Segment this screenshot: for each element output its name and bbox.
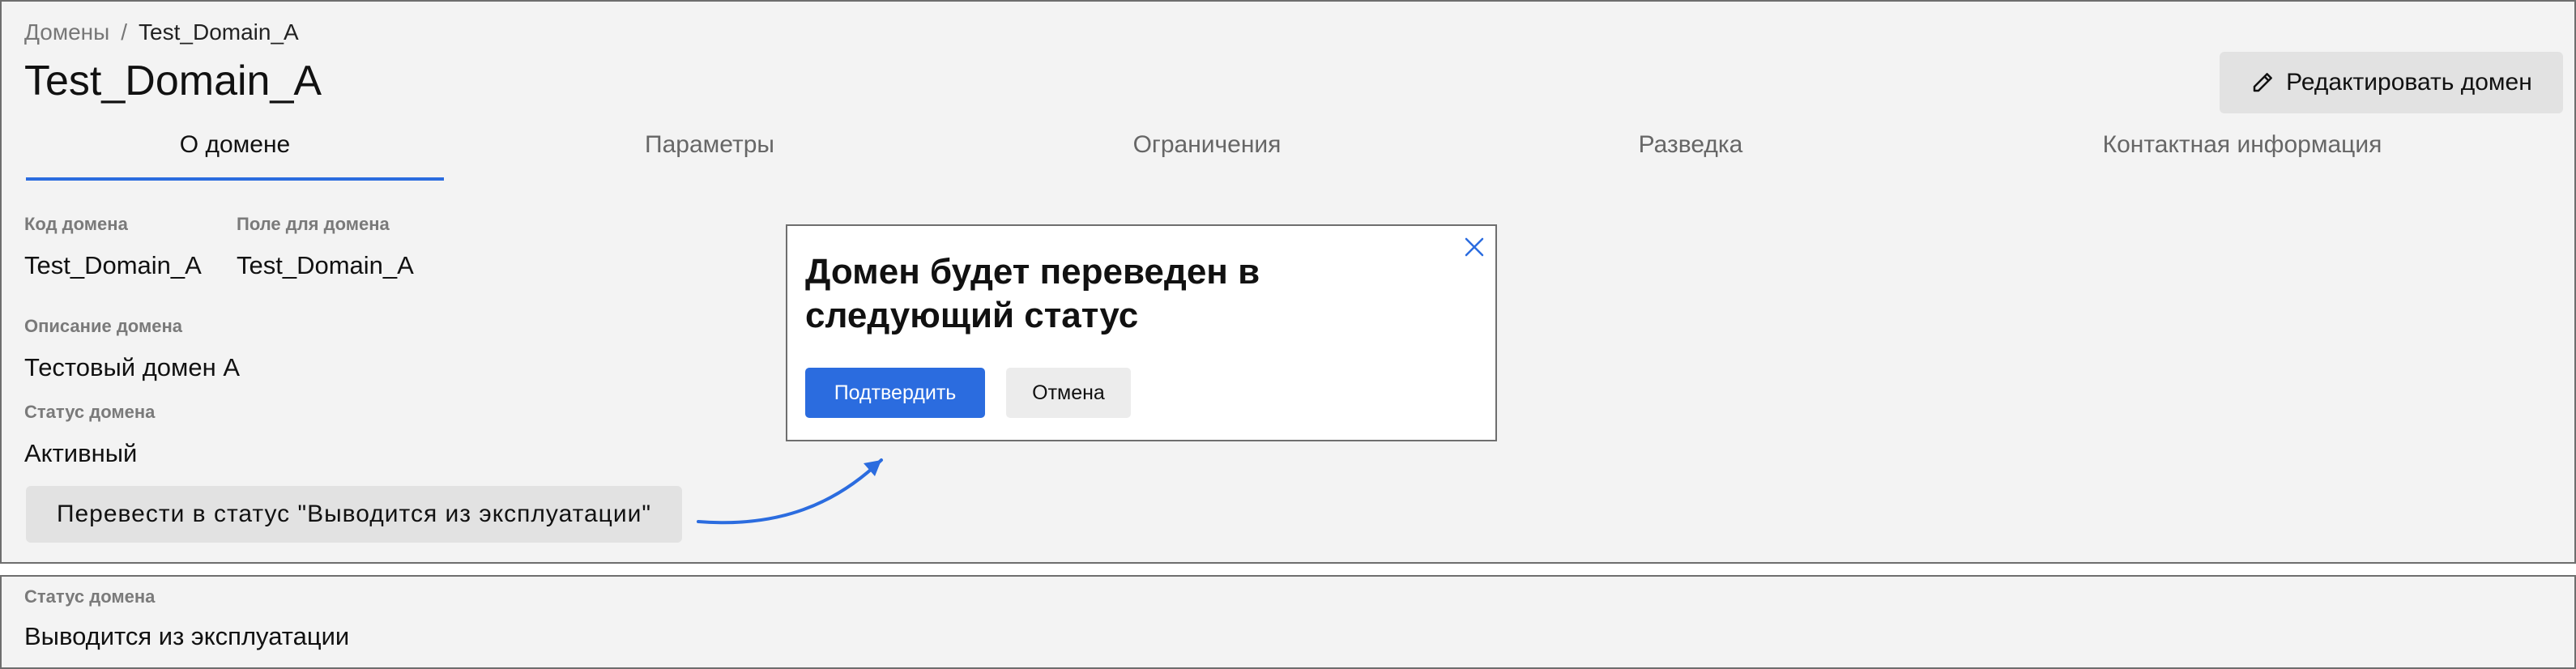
- annotation-arrow: [697, 458, 883, 525]
- breadcrumb-separator: /: [121, 19, 128, 45]
- domain-description-value: Тестовый домен А: [24, 353, 240, 381]
- domain-details-panel: Домены / Test_Domain_A Test_Domain_A Редак…: [0, 0, 2576, 564]
- tab-parameters[interactable]: Параметры: [645, 131, 774, 159]
- domain-code-value: Test_Domain_A: [24, 251, 202, 279]
- breadcrumb: Домены / Test_Domain_A: [24, 19, 299, 45]
- result-status-value: Выводится из эксплуатации: [24, 622, 350, 650]
- tab-restrictions[interactable]: Ограничения: [1133, 131, 1282, 159]
- confirm-button[interactable]: Подтвердить: [805, 368, 985, 418]
- domain-description-label: Описание домена: [24, 316, 182, 336]
- tab-contact-info[interactable]: Контактная информация: [2103, 131, 2382, 159]
- tab-exploration[interactable]: Разведка: [1639, 131, 1743, 159]
- domain-field-value: Test_Domain_A: [237, 251, 414, 279]
- result-status-label: Статус домена: [24, 586, 156, 607]
- page-title: Test_Domain_A: [24, 58, 322, 104]
- breadcrumb-current: Test_Domain_A: [139, 19, 299, 45]
- domain-code-label: Код домена: [24, 214, 128, 234]
- domain-status-label: Статус домена: [24, 402, 156, 422]
- dialog-title: Домен будет переведен в следующий статус: [805, 252, 1260, 335]
- result-status-panel: Статус домена Выводится из эксплуатации: [0, 575, 2576, 669]
- edit-domain-button[interactable]: Редактировать домен: [2220, 52, 2563, 113]
- close-icon[interactable]: [1461, 234, 1487, 260]
- active-tab-indicator: [26, 177, 444, 181]
- domain-field-label: Поле для домена: [237, 214, 390, 234]
- cancel-button[interactable]: Отмена: [1006, 368, 1131, 418]
- tab-about-domain[interactable]: О домене: [180, 131, 290, 159]
- change-status-button[interactable]: Перевести в статус "Выводится из эксплуа…: [26, 486, 682, 543]
- breadcrumb-link-domains[interactable]: Домены: [24, 19, 109, 45]
- status-confirm-dialog: Домен будет переведен в следующий статус…: [786, 224, 1497, 441]
- pencil-icon: [2253, 73, 2273, 92]
- domain-status-value: Активный: [24, 439, 138, 467]
- edit-domain-button-label: Редактировать домен: [2286, 69, 2532, 96]
